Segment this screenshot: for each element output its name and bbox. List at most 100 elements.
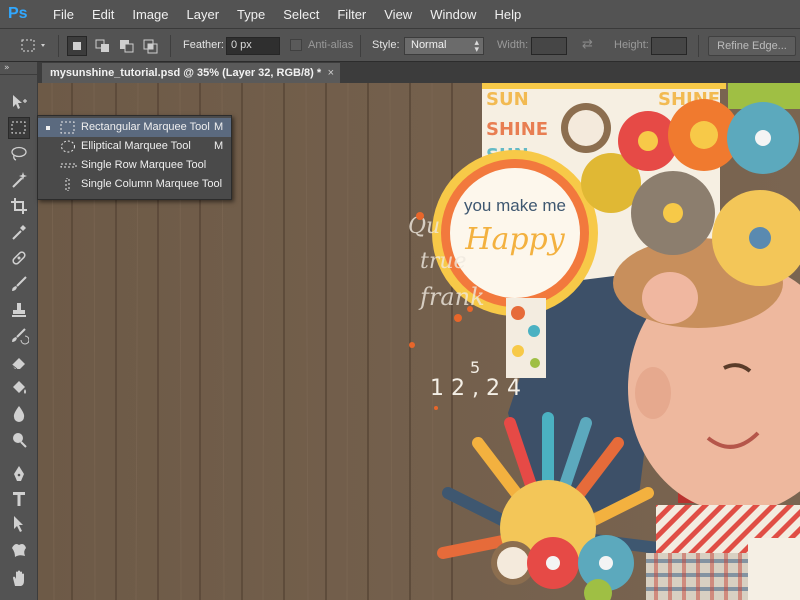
history-brush-icon xyxy=(12,328,29,345)
shape-blob-icon xyxy=(12,544,26,557)
lasso-icon xyxy=(11,146,27,161)
flyout-item-label: Rectangular Marquee Tool xyxy=(81,121,210,133)
photoshop-logo: Ps xyxy=(8,5,28,22)
rectangle-marquee-icon xyxy=(60,121,75,134)
hand-icon xyxy=(13,570,24,586)
select-arrows-icon: ▴ ▾ xyxy=(474,37,479,54)
stamp-icon xyxy=(12,303,26,317)
separator xyxy=(58,35,59,57)
height-input[interactable] xyxy=(651,37,687,55)
type-tool[interactable] xyxy=(8,488,30,510)
menu-type[interactable]: Type xyxy=(228,7,274,22)
flyout-item-label: Single Row Marquee Tool xyxy=(81,159,207,171)
magic-wand-tool[interactable] xyxy=(8,169,30,191)
swap-dimensions-icon[interactable]: ⇄ xyxy=(582,37,593,52)
panel-divider xyxy=(0,74,38,75)
antialias-label: Anti-alias xyxy=(308,39,354,51)
height-label: Height: xyxy=(614,39,649,51)
healing-brush-tool[interactable] xyxy=(8,247,30,269)
hand-tool[interactable] xyxy=(8,567,30,589)
yellow-strip xyxy=(482,83,726,89)
tools-panel: » xyxy=(0,62,38,600)
tool-preset-picker[interactable] xyxy=(20,38,50,54)
eraser-icon xyxy=(11,358,25,370)
document-tab-bar: mysunshine_tutorial.psd @ 35% (Layer 32,… xyxy=(38,62,800,83)
crop-icon xyxy=(11,198,27,214)
menu-filter[interactable]: Filter xyxy=(328,7,375,22)
feather-input[interactable]: 0 px xyxy=(226,37,280,55)
width-label: Width: xyxy=(497,39,529,51)
menu-select[interactable]: Select xyxy=(274,7,328,22)
style-select[interactable]: Normal ▴ ▾ xyxy=(404,37,484,55)
separator xyxy=(360,35,361,57)
width-input[interactable] xyxy=(531,37,567,55)
move-tool[interactable] xyxy=(8,91,30,113)
menu-help[interactable]: Help xyxy=(485,7,530,22)
close-icon[interactable]: × xyxy=(328,63,334,83)
path-arrow-icon xyxy=(14,516,23,532)
custom-shape-tool[interactable] xyxy=(8,539,30,561)
intersect-selection-icon xyxy=(143,39,158,54)
style-select-value: Normal xyxy=(411,39,447,51)
flyout-item-elliptical-marquee[interactable]: Elliptical Marquee Tool M xyxy=(38,137,231,156)
rectangle-marquee-icon xyxy=(11,121,26,134)
crop-tool[interactable] xyxy=(8,195,30,217)
svg-text:Happy: Happy xyxy=(464,222,565,257)
blur-tool[interactable] xyxy=(8,403,30,425)
svg-text:5: 5 xyxy=(470,358,480,377)
flyout-item-shortcut: M xyxy=(214,121,224,133)
subtract-from-selection-button[interactable] xyxy=(117,36,137,56)
water-drop-icon xyxy=(13,406,25,422)
separator xyxy=(170,35,171,57)
flyout-item-single-column-marquee[interactable]: Single Column Marquee Tool xyxy=(38,175,231,194)
add-selection-icon xyxy=(95,39,109,52)
flyout-item-rectangular-marquee[interactable]: Rectangular Marquee Tool M xyxy=(38,118,231,137)
clone-stamp-tool[interactable] xyxy=(8,299,30,321)
refine-edge-button[interactable]: Refine Edge... xyxy=(708,36,796,56)
menu-bar: Ps File Edit Image Layer Type Select Fil… xyxy=(0,0,800,28)
intersect-selection-button[interactable] xyxy=(141,36,161,56)
boy-ear xyxy=(635,367,671,419)
svg-text:frank: frank xyxy=(418,283,485,311)
svg-text:Qu: Qu xyxy=(408,214,440,239)
eraser-tool[interactable] xyxy=(8,351,30,373)
svg-text:1 2 , 2 4: 1 2 , 2 4 xyxy=(430,376,521,401)
move-arrow-icon xyxy=(13,95,27,109)
menu-edit[interactable]: Edit xyxy=(83,7,123,22)
separator xyxy=(698,35,699,57)
antialias-checkbox[interactable] xyxy=(290,39,302,51)
selected-indicator xyxy=(46,126,50,130)
document-tab[interactable]: mysunshine_tutorial.psd @ 35% (Layer 32,… xyxy=(42,63,340,83)
flyout-item-shortcut: M xyxy=(214,140,224,152)
options-bar: Feather: 0 px Anti-alias Style: Normal ▴… xyxy=(0,28,800,62)
dodge-icon xyxy=(13,433,27,448)
flyout-item-single-row-marquee[interactable]: Single Row Marquee Tool xyxy=(38,156,231,175)
menu-layer[interactable]: Layer xyxy=(178,7,229,22)
svg-text:true: true xyxy=(420,249,467,274)
panel-collapse-icon[interactable]: » xyxy=(4,63,10,73)
style-label: Style: xyxy=(372,39,400,51)
dodge-tool[interactable] xyxy=(8,429,30,451)
menu-window[interactable]: Window xyxy=(421,7,485,22)
type-t-icon xyxy=(13,492,25,506)
pen-tool[interactable] xyxy=(8,463,30,485)
menu-image[interactable]: Image xyxy=(123,7,177,22)
eyedropper-icon xyxy=(12,225,26,240)
svg-text:SUN: SUN xyxy=(486,89,529,110)
brush-tool[interactable] xyxy=(8,273,30,295)
brush-icon xyxy=(12,276,27,291)
new-selection-button[interactable] xyxy=(67,36,87,56)
menu-file[interactable]: File xyxy=(44,7,83,22)
marquee-tool[interactable] xyxy=(8,117,30,139)
add-to-selection-button[interactable] xyxy=(93,36,113,56)
history-brush-tool[interactable] xyxy=(8,325,30,347)
svg-text:SHINE: SHINE xyxy=(486,119,548,140)
eyedropper-tool[interactable] xyxy=(8,221,30,243)
menu-view[interactable]: View xyxy=(375,7,421,22)
path-selection-tool[interactable] xyxy=(8,513,30,535)
paint-bucket-tool[interactable] xyxy=(8,377,30,399)
lasso-tool[interactable] xyxy=(8,143,30,165)
marquee-tool-flyout: Rectangular Marquee Tool M Elliptical Ma… xyxy=(37,115,232,200)
flyout-item-label: Elliptical Marquee Tool xyxy=(81,140,191,152)
document-title: mysunshine_tutorial.psd @ 35% (Layer 32,… xyxy=(50,67,322,79)
